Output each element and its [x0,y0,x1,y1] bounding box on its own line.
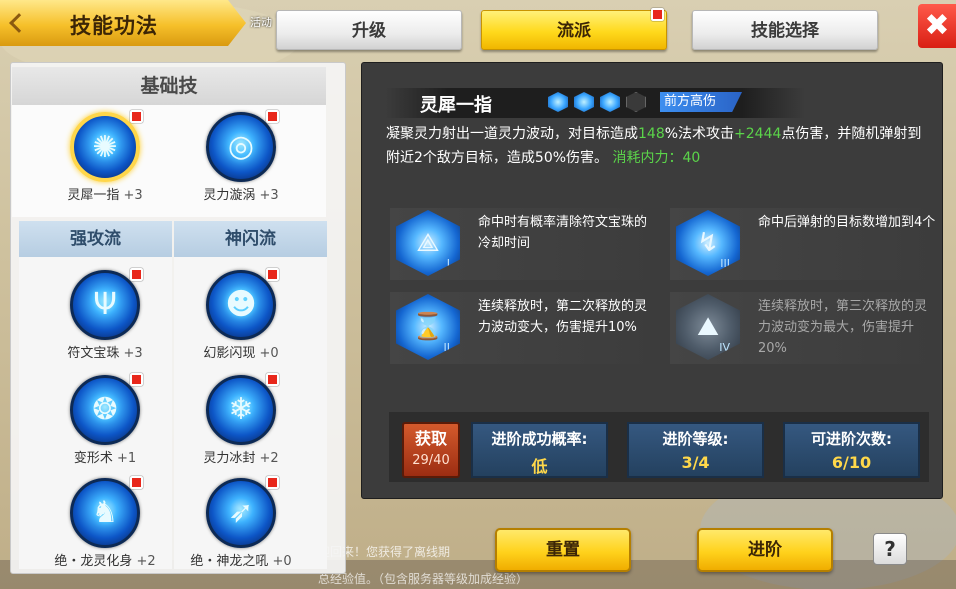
acquire-label: 获取 [414,429,447,448]
notification-dot [266,373,279,386]
skill-tag: 前方高伤 [660,92,743,112]
upgrade-option-1[interactable]: ⟁ I 命中时有概率清除符文宝珠的冷却时间 [390,208,660,280]
vortex-icon: ◎ [206,112,276,182]
tab-upgrade[interactable]: 升级 [276,10,462,50]
tab-skill-select[interactable]: 技能选择 [692,10,878,50]
skill-lingxi-yizhi[interactable]: ✺ 灵犀一指 +3 [40,110,170,212]
activity-label: 活动 [250,16,272,29]
skill-name: 变形术 +1 [73,451,137,466]
upgrade-text: 连续释放时，第二次释放的灵力波动变大，伤害提升10% [478,299,648,335]
rune-hex-icon: ⟁ I [396,210,460,276]
basic-skills-header: 基础技 [12,67,326,105]
upgrade-option-3[interactable]: ↯ III 命中后弹射的目标数增加到4个 [670,208,940,280]
school-header-flash: 神闪流 [174,221,327,257]
skill-name: 灵力漩涡 +3 [203,188,279,203]
notification-dot [266,268,279,281]
skill-name: 灵力冰封 +2 [203,451,279,466]
upgrade-text: 命中后弹射的目标数增加到4个 [758,215,936,230]
skill-bianxing-shu[interactable]: ❂ 变形术 +1 [40,373,170,475]
upgrade-text: 连续释放时，第三次释放的灵力波动变为最大，伤害提升20% [758,299,928,356]
skill-name: 符文宝珠 +3 [67,346,143,361]
phantom-blink-icon: ☻ [206,270,276,340]
success-rate-box: 进阶成功概率: 低 [471,422,608,478]
skill-shenlong-zhihou[interactable]: ➶ 绝・神龙之吼 +0 [176,476,306,578]
dragon-spirit-icon: ♞ [70,478,140,548]
skill-lingli-xuanwo[interactable]: ◎ 灵力漩涡 +3 [176,110,306,212]
notification-dot [130,268,143,281]
notification-dot [266,110,279,123]
notification-dot [266,476,279,489]
mountain-hex-icon: ⛰ IV [676,294,740,360]
school-header-strong: 强攻流 [19,221,172,257]
skill-name: 灵犀一指 +3 [67,188,143,203]
skill-name: 幻影闪现 +0 [203,346,279,361]
mana-cost: 消耗内力：40 [612,150,701,166]
notification-dot [130,373,143,386]
acquire-count: 29/40 [412,453,450,468]
upgrade-option-2[interactable]: ⌛ II 连续释放时，第二次释放的灵力波动变大，伤害提升10% [390,292,660,364]
tab-school[interactable]: 流派 [481,8,667,50]
notification-dot [130,476,143,489]
upgrade-option-4[interactable]: ⛰ IV 连续释放时，第三次释放的灵力波动变为最大，伤害提升20% [670,292,940,364]
skill-name: 绝・神龙之吼 +0 [190,554,292,569]
advance-times-box: 可进阶次数: 6/10 [783,422,920,478]
skill-longling-huashen[interactable]: ♞ 绝・龙灵化身 +2 [40,476,170,578]
background-message-2: 总经验值。（包含服务器等级加成经验） [318,572,529,586]
notification-dot [651,8,664,21]
window-title-tab: 技能功法 [0,0,246,46]
reset-button[interactable]: 重置 [495,528,631,572]
close-icon: ✖ [924,8,950,43]
acquire-button[interactable]: 获取 29/40 [402,422,460,478]
dragon-roar-icon: ➶ [206,478,276,548]
notification-dot [130,110,143,123]
skill-name: 绝・龙灵化身 +2 [54,554,156,569]
upgrade-text: 命中时有概率清除符文宝珠的冷却时间 [478,215,648,251]
tab-skill-select-label: 技能选择 [751,21,819,41]
rune-orb-icon: Ψ [70,270,140,340]
bounce-hex-icon: ↯ III [676,210,740,276]
close-button[interactable]: ✖ [918,4,956,48]
help-button[interactable]: ? [873,533,907,565]
tab-school-label: 流派 [557,21,591,41]
transform-beast-icon: ❂ [70,375,140,445]
skill-fuwen-baozhu[interactable]: Ψ 符文宝珠 +3 [40,268,170,370]
advance-button[interactable]: 进阶 [697,528,833,572]
ice-crystal-icon: ❄ [206,375,276,445]
skill-lingli-bingfeng[interactable]: ❄ 灵力冰封 +2 [176,373,306,475]
skill-huanying-shanxian[interactable]: ☻ 幻影闪现 +0 [176,268,306,370]
tab-upgrade-label: 升级 [352,21,386,41]
skill-description: 凝聚灵力射出一道灵力波动，对目标造成148%法术攻击+2444点伤害，并随机弹射… [386,126,922,166]
energy-orb-icon: ✺ [70,112,140,182]
back-chevron-icon[interactable] [9,13,29,33]
hourglass-hex-icon: ⌛ II [396,294,460,360]
advance-level-box: 进阶等级: 3/4 [627,422,764,478]
skill-detail-title: 灵犀一指 [420,95,492,116]
window-title: 技能功法 [70,14,158,38]
